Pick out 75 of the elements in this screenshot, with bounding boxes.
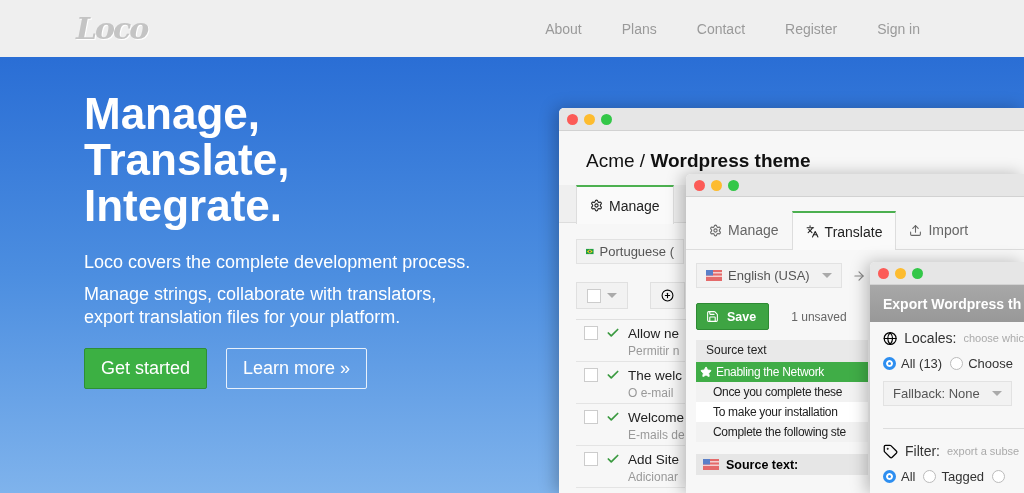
minimize-icon[interactable] <box>895 267 906 279</box>
caret-icon <box>991 391 1002 396</box>
close-icon[interactable] <box>567 113 578 125</box>
translation-text: E-mails de <box>628 428 685 442</box>
locale-dropdown[interactable]: English (USA) <box>696 263 842 288</box>
tab[interactable]: Manage <box>696 211 792 249</box>
source-text: Add Site <box>628 452 680 467</box>
radio-label[interactable]: All (13) <box>901 356 943 371</box>
source-list-item[interactable]: To make your installation <box>696 402 868 422</box>
locale-dropdown[interactable]: Portuguese ( <box>576 239 684 264</box>
flag-icon <box>706 270 722 281</box>
string-row[interactable]: Add Site Adicionar <box>576 446 685 488</box>
gear-icon <box>590 199 603 212</box>
radio-label[interactable]: All <box>901 469 916 484</box>
hero-lead: Loco covers the complete development process. <box>84 251 472 274</box>
radio-label[interactable]: Tagged <box>941 469 985 484</box>
source-text: The welc <box>628 368 683 383</box>
caret-icon <box>821 273 832 278</box>
checkbox[interactable] <box>587 288 601 303</box>
select-all-dropdown[interactable] <box>576 282 628 309</box>
translation-text: Permitir n <box>628 344 680 358</box>
minimize-icon[interactable] <box>584 113 595 125</box>
export-title: Export Wordpress th <box>870 285 1024 322</box>
editor-label: Source text: <box>726 457 799 472</box>
source-list-item[interactable]: Complete the following ste <box>696 422 868 442</box>
tab[interactable]: Translate <box>791 211 897 250</box>
close-icon[interactable] <box>694 179 705 191</box>
star-icon <box>700 366 712 378</box>
section-hint: export a subse <box>947 445 1020 457</box>
source-text: Welcome <box>628 410 685 425</box>
tab[interactable]: Import <box>896 211 982 249</box>
caret-icon <box>607 293 617 298</box>
checkbox[interactable] <box>584 326 598 340</box>
checkbox[interactable] <box>584 452 598 466</box>
checkbox[interactable] <box>584 368 598 382</box>
translate-icon <box>805 225 819 238</box>
save-icon <box>706 310 719 323</box>
globe-icon <box>883 330 898 346</box>
add-button[interactable] <box>650 282 685 309</box>
translation-text: O e-mail <box>628 386 675 400</box>
minimize-icon[interactable] <box>711 179 722 191</box>
source-text: Allow ne <box>628 326 680 341</box>
flag-icon <box>586 246 594 257</box>
source-list-item[interactable]: Once you complete these <box>696 382 868 402</box>
section-hint: choose whic <box>963 332 1024 344</box>
radio-button[interactable] <box>950 357 964 370</box>
section-label: Locales: <box>904 330 957 346</box>
arrow-right-icon <box>851 268 866 283</box>
flag-icon <box>703 459 719 470</box>
radio-button[interactable] <box>923 470 937 483</box>
list-header: Source text <box>696 340 868 362</box>
fallback-dropdown[interactable]: Fallback: None <box>883 381 1012 406</box>
radio-button[interactable] <box>883 470 896 483</box>
string-row[interactable]: Allow ne Permitir n <box>576 320 685 362</box>
maximize-icon[interactable] <box>601 113 612 125</box>
string-row[interactable]: The welc O e-mail <box>576 362 685 404</box>
plus-icon <box>661 289 674 302</box>
upload-icon <box>909 223 923 237</box>
section-label: Filter: <box>905 443 940 459</box>
radio-button[interactable] <box>883 357 896 370</box>
string-row[interactable]: Welcome E-mails de <box>576 404 685 446</box>
checkbox[interactable] <box>584 410 598 424</box>
tag-icon <box>883 443 898 459</box>
radio-label[interactable]: Choose <box>968 356 1013 371</box>
project-title: Acme / Wordpress theme <box>585 149 812 172</box>
close-icon[interactable] <box>878 267 889 279</box>
hero-description: Manage strings, collaborate with translators, export translation files for your platform. <box>84 283 438 329</box>
maximize-icon[interactable] <box>728 179 739 191</box>
maximize-icon[interactable] <box>912 267 923 279</box>
tab[interactable]: Manage <box>576 185 674 224</box>
translation-text: Adicionar <box>628 470 680 484</box>
radio-button[interactable] <box>992 470 1006 483</box>
unsaved-count: 1 unsaved <box>791 309 847 324</box>
gear-icon <box>709 223 722 237</box>
hero-heading: Manage, Translate, Integrate. <box>84 91 291 229</box>
